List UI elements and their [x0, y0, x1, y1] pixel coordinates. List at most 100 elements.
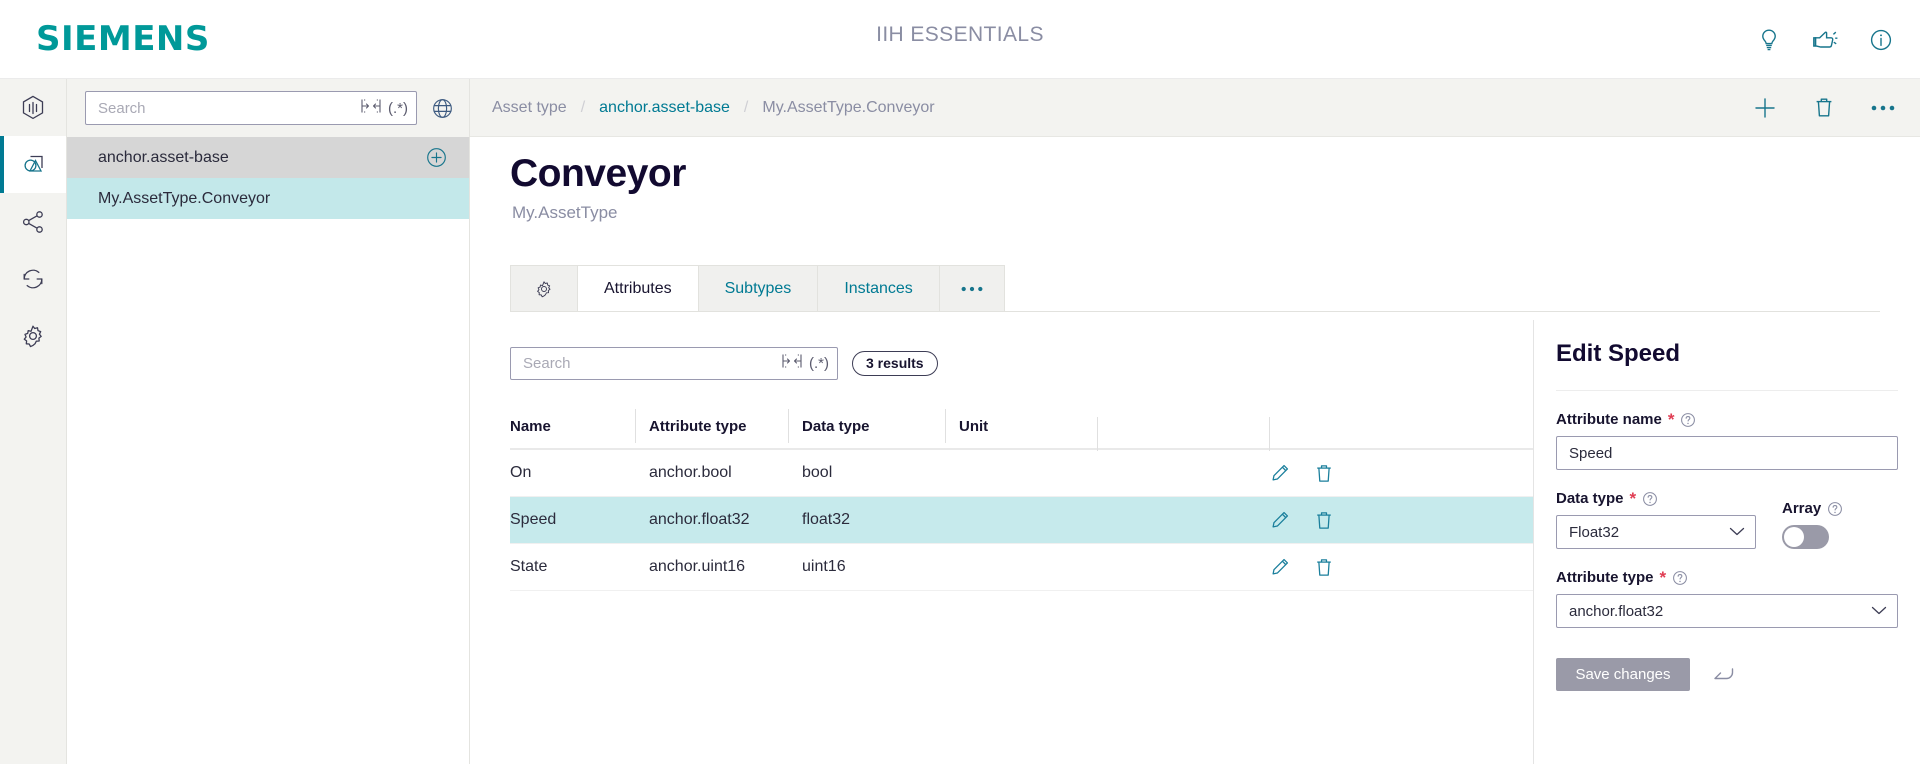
tab-bar: Attributes Subtypes Instances — [510, 265, 1005, 311]
data-type-field-group: Data type * Float32 — [1556, 490, 1756, 549]
edit-icon[interactable] — [1269, 462, 1291, 484]
row-actions — [1269, 462, 1379, 485]
sidebar-item-sync[interactable] — [0, 250, 66, 307]
sync-icon — [23, 269, 43, 288]
cell-attribute-type: anchor.bool — [649, 464, 732, 481]
help-icon[interactable] — [1827, 501, 1843, 517]
data-insights-icon — [22, 95, 44, 119]
lightbulb-icon[interactable] — [1754, 25, 1784, 55]
list-item[interactable]: My.AssetType.Conveyor — [67, 178, 469, 219]
list-item-label: anchor.asset-base — [98, 148, 229, 166]
asset-type-list-panel: (.*) anchor.asset-base My.AssetType.Conv… — [67, 79, 470, 764]
more-icon — [961, 286, 983, 291]
edit-attribute-panel: Edit Speed Attribute name * Data type * — [1533, 320, 1920, 764]
attribute-name-input[interactable] — [1556, 436, 1898, 470]
chevron-down-icon — [1729, 524, 1745, 541]
attribute-type-select[interactable]: anchor.float32 — [1556, 594, 1898, 628]
edit-icon[interactable] — [1269, 509, 1291, 531]
column-header-data-type: Data type — [788, 408, 945, 443]
page-title: Conveyor — [510, 152, 686, 195]
attribute-name-label: Attribute name * — [1556, 411, 1898, 428]
required-marker: * — [1659, 568, 1667, 587]
table-row[interactable]: On anchor.bool bool — [510, 450, 1573, 497]
whole-word-icon[interactable] — [360, 98, 382, 119]
data-type-select[interactable]: Float32 — [1556, 515, 1756, 549]
plus-circle-icon[interactable] — [425, 147, 447, 169]
table-row[interactable]: Speed anchor.float32 float32 — [510, 497, 1573, 544]
cell-data-type: uint16 — [802, 558, 846, 575]
help-icon[interactable] — [1672, 570, 1688, 586]
add-icon[interactable] — [1752, 95, 1778, 121]
tab-settings[interactable] — [510, 265, 578, 311]
sidebar-item-settings[interactable] — [0, 307, 66, 364]
cell-data-type: float32 — [802, 511, 851, 528]
search-box[interactable]: (.*) — [85, 91, 417, 125]
list-search-bar: (.*) — [67, 79, 469, 137]
globe-icon[interactable] — [429, 95, 455, 121]
data-type-label: Data type * — [1556, 490, 1756, 507]
sidebar-item-data-insights[interactable] — [0, 79, 66, 136]
attributes-table: Name Attribute type Data type Unit On an… — [510, 404, 1573, 591]
tab-underline — [510, 311, 1880, 312]
edit-panel-title: Edit Speed — [1556, 320, 1898, 391]
attribute-name-field-group: Attribute name * — [1556, 391, 1898, 470]
sidebar-item-asset-model[interactable] — [0, 136, 66, 193]
feedback-icon[interactable] — [1810, 25, 1840, 55]
required-marker: * — [1629, 489, 1637, 508]
tab-more[interactable] — [939, 265, 1005, 311]
asset-model-icon — [24, 155, 43, 172]
required-marker: * — [1667, 410, 1675, 429]
search-tools: (.*) — [781, 353, 829, 374]
data-type-value: Float32 — [1569, 523, 1620, 541]
delete-icon[interactable] — [1313, 556, 1335, 579]
info-icon[interactable] — [1866, 25, 1896, 55]
delete-icon[interactable] — [1313, 462, 1335, 485]
app-title: IIH ESSENTIALS — [876, 23, 1044, 46]
breadcrumb-item-anchor-asset-base[interactable]: anchor.asset-base — [585, 99, 744, 117]
sidebar-item-connectivity[interactable] — [0, 193, 66, 250]
delete-icon[interactable] — [1313, 509, 1335, 532]
gear-icon — [23, 325, 42, 347]
gear-icon — [537, 280, 551, 297]
help-icon[interactable] — [1680, 412, 1696, 428]
cell-attribute-type: anchor.uint16 — [649, 558, 746, 575]
breadcrumb-item-asset-type[interactable]: Asset type — [492, 99, 581, 117]
table-header-row: Name Attribute type Data type Unit — [510, 404, 1573, 451]
attribute-search-input[interactable] — [523, 354, 781, 372]
data-type-row: Data type * Float32 Array — [1556, 470, 1898, 549]
page-subtitle: My.AssetType — [512, 203, 618, 222]
breadcrumb-bar: Asset type / anchor.asset-base / My.Asse… — [470, 79, 1920, 137]
attribute-search-box[interactable]: (.*) — [510, 346, 838, 380]
tab-instances[interactable]: Instances — [818, 265, 940, 311]
share-network-icon — [22, 210, 43, 233]
attribute-type-value: anchor.float32 — [1569, 602, 1664, 620]
regex-icon[interactable]: (.*) — [388, 100, 408, 117]
left-nav-rail — [0, 79, 67, 764]
edit-icon[interactable] — [1269, 556, 1291, 578]
regex-icon[interactable]: (.*) — [809, 355, 829, 372]
row-actions — [1269, 509, 1379, 532]
list-item[interactable]: anchor.asset-base — [67, 137, 469, 178]
array-toggle[interactable] — [1782, 525, 1829, 549]
row-actions — [1269, 556, 1379, 579]
header-actions — [1754, 0, 1896, 79]
search-input[interactable] — [98, 99, 360, 117]
table-row[interactable]: State anchor.uint16 uint16 — [510, 544, 1573, 591]
list-item-label: My.AssetType.Conveyor — [98, 189, 271, 207]
help-icon[interactable] — [1642, 491, 1658, 507]
breadcrumb-item-my-assettype-conveyor[interactable]: My.AssetType.Conveyor — [748, 99, 948, 117]
results-badge: 3 results — [852, 350, 938, 376]
breadcrumb: Asset type / anchor.asset-base / My.Asse… — [492, 99, 949, 117]
delete-icon[interactable] — [1812, 95, 1836, 120]
more-icon[interactable] — [1870, 104, 1896, 112]
column-header-attribute-type: Attribute type — [635, 408, 788, 443]
cell-name: On — [510, 464, 532, 481]
whole-word-icon[interactable] — [781, 353, 803, 374]
cell-name: State — [510, 558, 548, 575]
tab-attributes[interactable]: Attributes — [578, 265, 699, 311]
undo-icon[interactable] — [1712, 665, 1738, 685]
cell-attribute-type: anchor.float32 — [649, 511, 750, 528]
tab-subtypes[interactable]: Subtypes — [698, 265, 819, 311]
array-label: Array — [1782, 500, 1843, 517]
save-changes-button[interactable]: Save changes — [1556, 658, 1690, 691]
